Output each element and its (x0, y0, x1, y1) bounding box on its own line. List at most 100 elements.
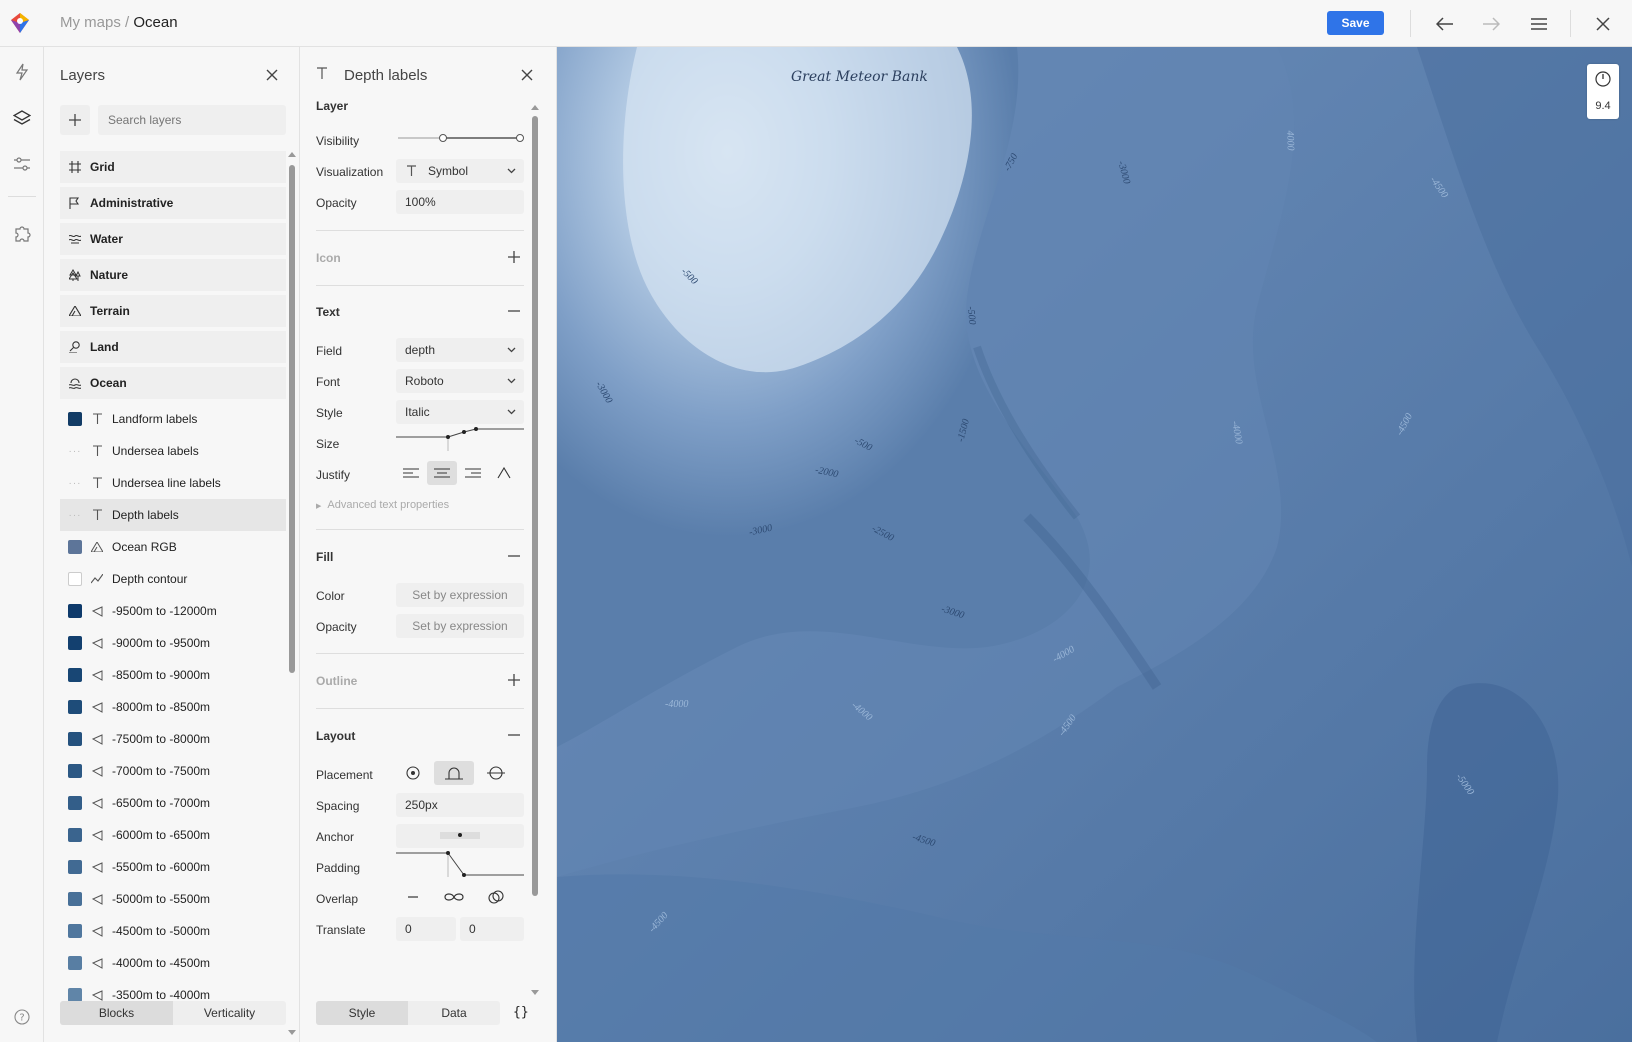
placement-line-center-icon[interactable] (481, 761, 511, 785)
overlap-always-icon[interactable] (439, 885, 469, 909)
add-layer-button[interactable] (60, 105, 90, 135)
layers-scrollbar[interactable] (288, 151, 296, 1036)
opacity-input[interactable]: 100% (396, 190, 524, 214)
align-center-icon[interactable] (427, 461, 457, 485)
align-right-icon[interactable] (458, 461, 488, 485)
layer-item[interactable]: -9500m to -12000m (60, 595, 286, 627)
advanced-text-toggle[interactable]: ▶ Advanced text properties (316, 499, 449, 511)
color-swatch[interactable] (68, 540, 82, 554)
layer-item[interactable]: ··· Undersea line labels (60, 467, 286, 499)
layer-item[interactable]: -7500m to -8000m (60, 723, 286, 755)
color-expression-field[interactable]: Set by expression (396, 583, 524, 607)
tab-style[interactable]: Style (316, 1001, 408, 1025)
size-curve-editor[interactable] (396, 421, 524, 451)
collapse-layout-minus-icon[interactable] (504, 725, 524, 745)
scroll-up-icon[interactable] (288, 151, 296, 159)
close-properties-icon[interactable] (517, 65, 537, 85)
color-swatch[interactable] (68, 636, 82, 650)
align-left-icon[interactable] (396, 461, 426, 485)
collapse-fill-minus-icon[interactable] (504, 546, 524, 566)
compass-icon[interactable] (1595, 71, 1611, 87)
font-select[interactable]: Roboto (396, 369, 524, 393)
add-icon-plus-icon[interactable] (504, 247, 524, 267)
scroll-up-icon[interactable] (531, 104, 539, 112)
color-swatch[interactable] (68, 988, 82, 1002)
save-button[interactable]: Save (1327, 11, 1384, 35)
help-icon[interactable]: ? (9, 1004, 35, 1030)
layer-item[interactable]: Ocean RGB (60, 531, 286, 563)
scroll-thumb[interactable] (532, 116, 538, 896)
map-canvas[interactable]: Great Meteor Bank -750 -3000 4000 -4500 -500… (557, 47, 1632, 1042)
translate-y-input[interactable]: 0 (460, 917, 524, 941)
color-swatch[interactable] (68, 668, 82, 682)
layer-item[interactable]: -5000m to -5500m (60, 883, 286, 915)
scroll-down-icon[interactable] (531, 988, 539, 996)
translate-x-input[interactable]: 0 (396, 917, 456, 941)
add-outline-plus-icon[interactable] (504, 670, 524, 690)
visibility-range-slider[interactable] (396, 131, 524, 145)
layer-item[interactable]: ··· Depth labels (60, 499, 286, 531)
layers-icon[interactable] (9, 105, 35, 131)
placement-point-icon[interactable] (398, 761, 428, 785)
color-swatch[interactable] (68, 796, 82, 810)
layer-group-nature[interactable]: Nature (60, 259, 286, 291)
search-layers-input[interactable] (98, 105, 286, 135)
visualization-select[interactable]: Symbol (396, 159, 524, 183)
scroll-thumb[interactable] (289, 165, 295, 673)
layer-item[interactable]: Depth contour (60, 563, 286, 595)
layer-group-land[interactable]: Land (60, 331, 286, 363)
layer-group-water[interactable]: Water (60, 223, 286, 255)
zoom-indicator[interactable]: 9.4 (1587, 64, 1619, 119)
layer-group-administrative[interactable]: Administrative (60, 187, 286, 219)
overlap-cooperative-icon[interactable] (481, 885, 511, 909)
tab-blocks[interactable]: Blocks (60, 1001, 173, 1025)
color-swatch[interactable] (68, 732, 82, 746)
anchor-picker[interactable] (396, 824, 524, 848)
puzzle-icon[interactable] (9, 220, 35, 246)
layer-group-grid[interactable]: Grid (60, 151, 286, 183)
tab-data[interactable]: Data (408, 1001, 500, 1025)
scroll-down-icon[interactable] (288, 1028, 296, 1036)
layer-item[interactable]: -9000m to -9500m (60, 627, 286, 659)
color-swatch[interactable] (68, 956, 82, 970)
app-logo-icon[interactable] (9, 12, 31, 34)
code-braces-icon[interactable]: {} (513, 1005, 529, 1020)
color-swatch[interactable] (68, 412, 82, 426)
color-swatch[interactable] (68, 924, 82, 938)
color-swatch[interactable] (68, 764, 82, 778)
layer-item[interactable]: -6000m to -6500m (60, 819, 286, 851)
layer-item[interactable]: Landform labels (60, 403, 286, 435)
redo-arrow-icon[interactable] (1478, 11, 1504, 37)
color-swatch[interactable] (68, 604, 82, 618)
layer-group-terrain[interactable]: Terrain (60, 295, 286, 327)
padding-curve-editor[interactable] (396, 847, 524, 877)
layer-item[interactable]: -8000m to -8500m (60, 691, 286, 723)
layer-group-ocean[interactable]: Ocean (60, 367, 286, 399)
properties-scrollbar[interactable] (531, 104, 539, 997)
color-swatch[interactable] (68, 572, 82, 586)
close-layers-icon[interactable] (262, 65, 282, 85)
layer-item[interactable]: ··· Undersea labels (60, 435, 286, 467)
layer-item[interactable]: -5500m to -6000m (60, 851, 286, 883)
layer-item[interactable]: -8500m to -9000m (60, 659, 286, 691)
layer-item[interactable]: -6500m to -7000m (60, 787, 286, 819)
collapse-text-minus-icon[interactable] (504, 301, 524, 321)
color-swatch[interactable] (68, 700, 82, 714)
spacing-input[interactable]: 250px (396, 793, 524, 817)
auto-justify-icon[interactable] (489, 461, 519, 485)
overlap-never-icon[interactable] (398, 885, 428, 909)
close-icon[interactable] (1590, 11, 1616, 37)
color-swatch[interactable] (68, 892, 82, 906)
undo-arrow-icon[interactable] (1432, 11, 1458, 37)
layer-item[interactable]: -4000m to -4500m (60, 947, 286, 979)
color-swatch[interactable] (68, 828, 82, 842)
color-swatch[interactable] (68, 860, 82, 874)
placement-line-icon[interactable] (434, 761, 474, 785)
field-select[interactable]: depth (396, 338, 524, 362)
sliders-icon[interactable] (9, 151, 35, 177)
layer-item[interactable]: -7000m to -7500m (60, 755, 286, 787)
layer-item[interactable]: -4500m to -5000m (60, 915, 286, 947)
tab-verticality[interactable]: Verticality (173, 1001, 286, 1025)
lightning-icon[interactable] (9, 59, 35, 85)
fill-opacity-expression-field[interactable]: Set by expression (396, 614, 524, 638)
